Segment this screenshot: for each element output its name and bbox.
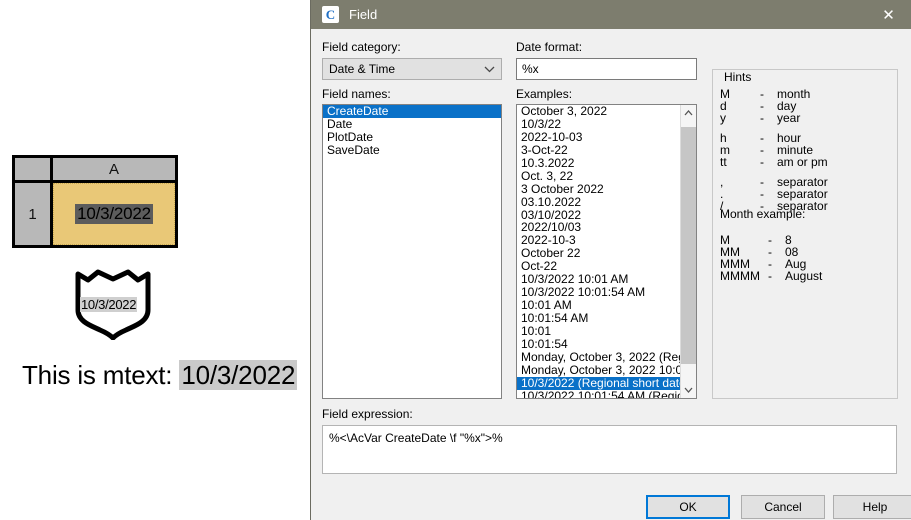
field-category-label: Field category:: [322, 40, 401, 54]
field-names-label: Field names:: [322, 87, 391, 101]
table-cell-field-value: 10/3/2022: [75, 204, 153, 224]
field-category-select[interactable]: Date & Time: [322, 58, 502, 80]
close-icon[interactable]: ✕: [866, 0, 911, 29]
list-item[interactable]: 3 October 2022: [517, 183, 680, 196]
field-names-list[interactable]: CreateDate Date PlotDate SaveDate: [322, 104, 502, 399]
help-button[interactable]: Help: [833, 495, 911, 519]
table-cell-a1[interactable]: 10/3/2022: [53, 183, 175, 245]
list-item[interactable]: 10/3/2022 10:01 AM: [517, 273, 680, 286]
list-item[interactable]: October 3, 2022: [517, 105, 680, 118]
field-names-items: CreateDate Date PlotDate SaveDate: [323, 105, 501, 157]
list-item[interactable]: Oct-22: [517, 260, 680, 273]
list-item[interactable]: 10/3/2022 (Regional short date): [517, 376, 680, 390]
hint-dash: -: [768, 269, 772, 283]
dialog-body: Field category: Field names: Date format…: [311, 29, 911, 520]
hint-key: tt: [720, 155, 727, 169]
examples-scrollbar[interactable]: [680, 105, 696, 398]
table-corner-cell[interactable]: [15, 158, 53, 183]
cad-app-icon: C: [322, 6, 339, 23]
list-item[interactable]: 2022-10-03: [517, 131, 680, 144]
scroll-down-icon[interactable]: [681, 382, 696, 398]
table-row-header-1[interactable]: 1: [15, 183, 53, 245]
mtext-static-text: This is mtext:: [22, 360, 180, 390]
shield-symbol[interactable]: 10/3/2022: [72, 268, 154, 340]
list-item[interactable]: 03.10.2022: [517, 196, 680, 209]
drawing-canvas: A 1 10/3/2022 10/3/2022 This is mtext: 1…: [0, 0, 310, 520]
date-format-label: Date format:: [516, 40, 583, 54]
mtext-object[interactable]: This is mtext: 10/3/2022: [22, 360, 298, 391]
list-item[interactable]: Oct. 3, 22: [517, 170, 680, 183]
hints-label: Hints: [720, 70, 756, 84]
field-dialog: C Field ✕ Field category: Field names: D…: [310, 0, 911, 520]
hint-description: am or pm: [777, 155, 828, 169]
table-header-row: A: [15, 158, 175, 183]
list-item[interactable]: 10/3/2022 10:01:54 AM: [517, 286, 680, 299]
hint-key: MMMM: [720, 269, 760, 283]
field-expression-value[interactable]: %<\AcVar CreateDate \f "%x">%: [322, 425, 897, 474]
list-item[interactable]: 10/3/2022 10:01:54 AM (Region: [517, 390, 680, 398]
dialog-title: Field: [349, 7, 378, 22]
list-item[interactable]: 10:01 AM: [517, 299, 680, 312]
list-item[interactable]: 10:01:54 AM: [517, 312, 680, 325]
hints-group-box: [712, 69, 898, 399]
list-item[interactable]: 03/10/2022: [517, 209, 680, 222]
shield-field-value: 10/3/2022: [80, 297, 138, 312]
list-item[interactable]: Date: [323, 118, 501, 131]
list-item[interactable]: 2022/10/03: [517, 221, 680, 234]
hint-dash: -: [760, 155, 764, 169]
list-item[interactable]: 3-Oct-22: [517, 144, 680, 157]
list-item[interactable]: 10:01:54: [517, 338, 680, 351]
scroll-up-icon[interactable]: [681, 105, 696, 121]
list-item[interactable]: CreateDate: [323, 105, 501, 118]
examples-list[interactable]: October 3, 2022 10/3/22 2022-10-03 3-Oct-22…: [516, 104, 697, 399]
list-item[interactable]: October 22: [517, 247, 680, 260]
dialog-titlebar[interactable]: C Field ✕: [311, 0, 911, 29]
chevron-down-icon: [477, 66, 501, 73]
ok-button[interactable]: OK: [646, 495, 730, 519]
list-item[interactable]: 10:01: [517, 325, 680, 338]
list-item[interactable]: Monday, October 3, 2022 10:01:: [517, 364, 680, 377]
hint-description: year: [777, 111, 801, 125]
table-row: 1 10/3/2022: [15, 183, 175, 245]
date-format-input[interactable]: [516, 58, 697, 80]
examples-items: October 3, 2022 10/3/22 2022-10-03 3-Oct-22…: [517, 105, 680, 398]
hint-key: y: [720, 111, 726, 125]
hint-dash: -: [760, 111, 764, 125]
field-expression-label: Field expression:: [322, 407, 413, 421]
list-item[interactable]: PlotDate: [323, 131, 501, 144]
examples-label: Examples:: [516, 87, 573, 101]
list-item[interactable]: 10/3/22: [517, 118, 680, 131]
list-item[interactable]: 10.3.2022: [517, 157, 680, 170]
month-example-label: Month example:: [720, 207, 806, 221]
mtext-field-value: 10/3/2022: [179, 360, 298, 390]
data-table[interactable]: A 1 10/3/2022: [12, 155, 178, 248]
list-item[interactable]: Monday, October 3, 2022 (Regio: [517, 351, 680, 364]
table-column-header-a[interactable]: A: [53, 158, 175, 183]
cancel-button[interactable]: Cancel: [741, 495, 825, 519]
hint-description: August: [785, 269, 823, 283]
list-item[interactable]: 2022-10-3: [517, 234, 680, 247]
scrollbar-thumb[interactable]: [681, 127, 696, 364]
list-item[interactable]: SaveDate: [323, 144, 501, 157]
field-category-value: Date & Time: [329, 62, 396, 76]
